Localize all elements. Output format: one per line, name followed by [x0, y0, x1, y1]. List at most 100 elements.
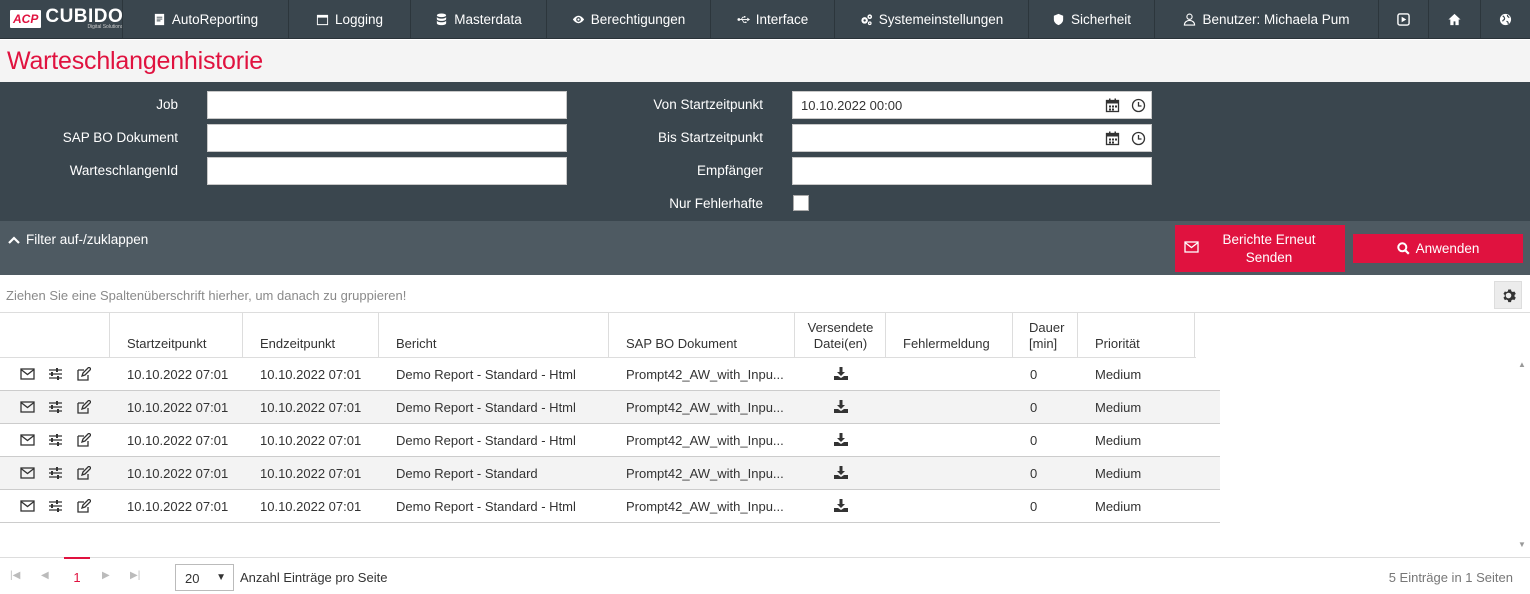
apply-label: Anwenden [1415, 241, 1480, 256]
col-files[interactable]: Versendete Datei(en) [794, 313, 886, 358]
filter-toggle[interactable]: Filter auf-/zuklappen [8, 232, 148, 247]
download-icon[interactable] [834, 466, 848, 479]
queueid-label: WarteschlangenId [69, 163, 178, 178]
edit-icon[interactable] [76, 466, 91, 480]
from-datetime-input[interactable]: 10.10.2022 00:00 [792, 91, 1152, 119]
onlyerrors-checkbox[interactable] [793, 195, 809, 211]
sliders-icon[interactable] [48, 400, 63, 414]
user-icon [1184, 13, 1196, 26]
col-sapbo[interactable]: SAP BO Dokument [608, 313, 795, 358]
scroll-down-icon[interactable]: ▼ [1518, 540, 1526, 549]
envelope-icon[interactable] [20, 499, 35, 513]
filter-panel: Job SAP BO Dokument WarteschlangenId Von… [0, 82, 1530, 221]
queue-history-grid: Startzeitpunkt Endzeitpunkt Bericht SAP … [0, 312, 1530, 558]
table-row[interactable]: 10.10.2022 07:01 10.10.2022 07:01 Demo Rep… [0, 457, 1220, 490]
queueid-input[interactable] [207, 157, 567, 185]
table-row[interactable]: 10.10.2022 07:01 10.10.2022 07:01 Demo Rep… [0, 358, 1220, 391]
download-icon[interactable] [834, 367, 848, 380]
envelope-icon[interactable] [20, 466, 35, 480]
sliders-icon[interactable] [48, 433, 63, 447]
cell-report: Demo Report - Standard - Html [396, 433, 576, 448]
calendar-icon[interactable] [1105, 131, 1120, 146]
envelope-icon[interactable] [20, 433, 35, 447]
table-row[interactable]: 10.10.2022 07:01 10.10.2022 07:01 Demo Rep… [0, 490, 1220, 523]
globe-icon [1499, 13, 1512, 25]
search-icon [1396, 242, 1410, 255]
page-size-select[interactable]: 20 ▼ [175, 564, 234, 591]
row-actions [20, 499, 91, 513]
clock-icon[interactable] [1131, 131, 1146, 146]
table-row[interactable]: 10.10.2022 07:01 10.10.2022 07:01 Demo Rep… [0, 391, 1220, 424]
envelope-icon[interactable] [20, 367, 35, 381]
current-page[interactable]: 1 [64, 557, 90, 594]
col-start[interactable]: Startzeitpunkt [109, 313, 243, 358]
nav-user-menu[interactable]: Benutzer: Michaela Pum [1154, 0, 1378, 38]
cell-end: 10.10.2022 07:01 [260, 499, 362, 514]
cell-report: Demo Report - Standard - Html [396, 400, 576, 415]
nav-logging-label: Logging [334, 11, 384, 27]
download-icon[interactable] [834, 433, 848, 446]
brand-logo[interactable]: ACP CUBIDO Digital Solutions [0, 0, 123, 38]
download-icon[interactable] [834, 499, 848, 512]
nav-interface-label: Interface [755, 11, 809, 27]
first-page-icon[interactable]: |◀ [10, 570, 20, 581]
cell-end: 10.10.2022 07:01 [260, 400, 362, 415]
edit-icon[interactable] [76, 499, 91, 513]
nav-logging[interactable]: Logging [288, 0, 410, 38]
col-duration[interactable]: Dauer [min] [1012, 313, 1078, 358]
cell-start: 10.10.2022 07:01 [127, 433, 229, 448]
grid-scrollbar[interactable]: ▲ ▼ [1515, 358, 1530, 558]
grid-header: Startzeitpunkt Endzeitpunkt Bericht SAP … [0, 313, 1196, 358]
recipient-input[interactable] [792, 157, 1152, 185]
scroll-up-icon[interactable]: ▲ [1518, 360, 1526, 369]
cell-sapbo: Prompt42_AW_with_Inpu... [626, 433, 784, 448]
apply-button[interactable]: Anwenden [1353, 234, 1523, 263]
row-actions [20, 367, 91, 381]
nav-systemeinstellungen[interactable]: Systemeinstellungen [834, 0, 1028, 38]
pager-info: 5 Einträge in 1 Seiten [1388, 570, 1513, 585]
cell-duration: 0 [1030, 499, 1038, 514]
cell-report: Demo Report - Standard - Html [396, 499, 576, 514]
sliders-icon[interactable] [48, 499, 63, 513]
resend-reports-button[interactable]: Berichte Erneut Senden [1175, 225, 1345, 272]
prev-page-icon[interactable]: ◀ [41, 570, 49, 581]
sapbo-input[interactable] [207, 124, 567, 152]
cell-priority: Medium [1095, 433, 1142, 448]
cell-priority: Medium [1095, 400, 1142, 415]
sapbo-label: SAP BO Dokument [62, 130, 178, 145]
nav-berechtigungen[interactable]: Berechtigungen [546, 0, 710, 38]
chevron-up-icon [8, 235, 20, 244]
nav-globe-button[interactable] [1480, 0, 1530, 38]
row-actions [20, 433, 91, 447]
page-title: Warteschlangenhistorie [7, 47, 263, 75]
col-error[interactable]: Fehlermeldung [885, 313, 1013, 358]
nav-interface[interactable]: Interface [710, 0, 834, 38]
clock-icon[interactable] [1131, 98, 1146, 113]
envelope-icon[interactable] [20, 400, 35, 414]
nav-masterdata[interactable]: Masterdata [410, 0, 546, 38]
edit-icon[interactable] [76, 400, 91, 414]
table-row[interactable]: 10.10.2022 07:01 10.10.2022 07:01 Demo Rep… [0, 424, 1220, 457]
group-drop-area[interactable]: Ziehen Sie eine Spaltenüberschrift hierh… [0, 281, 1530, 311]
job-input[interactable] [207, 91, 567, 119]
edit-icon[interactable] [76, 433, 91, 447]
download-icon[interactable] [834, 400, 848, 413]
sliders-icon[interactable] [48, 367, 63, 381]
col-report[interactable]: Bericht [378, 313, 609, 358]
edit-icon[interactable] [76, 367, 91, 381]
last-page-icon[interactable]: ▶| [130, 570, 140, 581]
grid-settings-button[interactable] [1494, 281, 1522, 309]
cogs-icon [861, 13, 872, 25]
to-datetime-input[interactable] [792, 124, 1152, 152]
calendar-icon[interactable] [1105, 98, 1120, 113]
to-label: Bis Startzeitpunkt [657, 130, 763, 145]
nav-autoreporting[interactable]: AutoReporting [122, 0, 288, 38]
nav-play-button[interactable] [1378, 0, 1428, 38]
col-priority[interactable]: Priorität [1077, 313, 1195, 358]
next-page-icon[interactable]: ▶ [102, 570, 110, 581]
sliders-icon[interactable] [48, 466, 63, 480]
col-end[interactable]: Endzeitpunkt [242, 313, 379, 358]
play-square-icon [1397, 12, 1410, 26]
nav-home-button[interactable] [1428, 0, 1480, 38]
nav-sicherheit[interactable]: Sicherheit [1028, 0, 1154, 38]
